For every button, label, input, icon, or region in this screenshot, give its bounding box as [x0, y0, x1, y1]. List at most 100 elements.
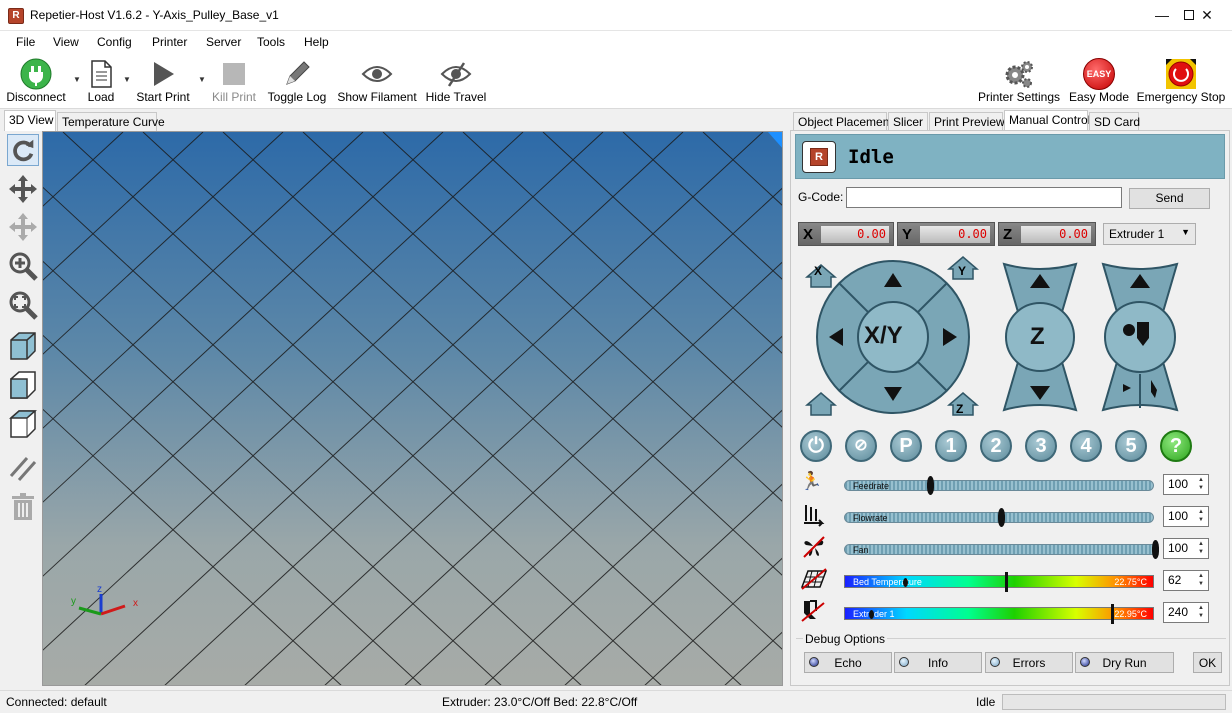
load-dropdown-icon[interactable]: ▼: [123, 75, 131, 84]
flowrate-value: 100: [1168, 509, 1189, 523]
load-button[interactable]: Load: [84, 57, 118, 109]
parallel-projection-icon[interactable]: [7, 452, 39, 484]
home-z-button[interactable]: Z: [956, 402, 963, 416]
preset-3-button[interactable]: 3: [1025, 430, 1057, 462]
tab-sd-card[interactable]: SD Card: [1089, 112, 1140, 132]
temperature-status: Extruder: 23.0°C/Off Bed: 22.8°C/Off: [442, 695, 638, 709]
menu-tools[interactable]: Tools: [257, 35, 285, 49]
extruder-target-spinner-icon[interactable]: ▲ ▼: [1195, 604, 1207, 621]
feedrate-spinner-icon[interactable]: ▲ ▼: [1195, 476, 1207, 493]
bed-target-spinner-icon[interactable]: ▲ ▼: [1195, 572, 1207, 589]
start-print-button[interactable]: Start Print: [134, 57, 192, 109]
feedrate-slider[interactable]: Feedrate: [844, 476, 1154, 495]
preset-2-button[interactable]: 2: [980, 430, 1012, 462]
emergency-stop-button[interactable]: Emergency Stop: [1136, 57, 1226, 109]
errors-toggle[interactable]: Errors: [985, 652, 1073, 673]
home-y-button[interactable]: Y: [958, 264, 966, 278]
close-button[interactable]: ✕: [1184, 0, 1230, 31]
tab-slicer[interactable]: Slicer: [888, 112, 928, 132]
feedrate-thumb[interactable]: [927, 476, 934, 495]
hotend-icon: [801, 600, 825, 622]
tab-temperature-curve[interactable]: Temperature Curve: [57, 112, 165, 132]
move-object-icon[interactable]: [7, 211, 39, 243]
extruder-jog-control[interactable]: [1101, 262, 1179, 412]
z-position-display: Z 0.00: [998, 222, 1096, 246]
tab-object-placement[interactable]: Object Placement: [793, 112, 893, 132]
info-label: Info: [927, 656, 948, 670]
rotate-icon[interactable]: [7, 134, 39, 166]
flowrate-spinner-icon[interactable]: ▲ ▼: [1195, 508, 1207, 525]
home-x-button[interactable]: X: [814, 264, 822, 278]
extruder-temperature-bar[interactable]: Extruder 1 22.95°C: [844, 604, 1154, 624]
menu-printer[interactable]: Printer: [152, 35, 187, 49]
printer-settings-button[interactable]: Printer Settings: [977, 57, 1061, 109]
extruder-select[interactable]: Extruder 1 ▼: [1103, 223, 1196, 245]
printer-status: Idle: [848, 146, 894, 168]
fan-value: 100: [1168, 541, 1189, 555]
fan-thumb[interactable]: [1152, 540, 1159, 559]
menu-config[interactable]: Config: [97, 35, 132, 49]
preset-5-button[interactable]: 5: [1115, 430, 1147, 462]
feedrate-input[interactable]: 100 ▲ ▼: [1163, 474, 1209, 495]
toggle-log-button[interactable]: Toggle Log: [265, 57, 329, 109]
emergency-stop-label: Emergency Stop: [1136, 90, 1226, 104]
trash-icon[interactable]: [7, 491, 39, 523]
disconnect-dropdown-icon[interactable]: ▼: [73, 75, 81, 84]
ok-button[interactable]: OK: [1193, 652, 1222, 673]
fan-slider[interactable]: Fan: [844, 540, 1159, 559]
extruder-target-input[interactable]: 240 ▲ ▼: [1163, 602, 1209, 623]
menu-help[interactable]: Help: [304, 35, 329, 49]
info-toggle[interactable]: Info: [894, 652, 982, 673]
help-button[interactable]: ?: [1160, 430, 1192, 462]
menu-bar: File View Config Printer Server Tools He…: [0, 31, 1232, 53]
hide-travel-button[interactable]: Hide Travel: [424, 57, 488, 109]
bed-target-input[interactable]: 62 ▲ ▼: [1163, 570, 1209, 591]
fan-label: Fan: [853, 545, 869, 555]
menu-server[interactable]: Server: [206, 35, 241, 49]
start-print-dropdown-icon[interactable]: ▼: [198, 75, 206, 84]
menu-view[interactable]: View: [53, 35, 79, 49]
print-bed-grid: [43, 132, 782, 685]
hide-travel-label: Hide Travel: [425, 90, 487, 104]
tab-manual-control[interactable]: Manual Control: [1004, 110, 1090, 132]
maximize-button[interactable]: [1138, 0, 1194, 31]
top-view-icon[interactable]: [7, 408, 39, 440]
gcode-input[interactable]: [846, 187, 1122, 208]
tab-3d-view[interactable]: 3D View: [4, 110, 56, 132]
kill-print-button[interactable]: Kill Print: [210, 57, 258, 109]
isometric-view-icon[interactable]: [7, 330, 39, 362]
flowrate-input[interactable]: 100 ▲ ▼: [1163, 506, 1209, 527]
fan-spinner-icon[interactable]: ▲ ▼: [1195, 540, 1207, 557]
x-axis-label: X: [803, 226, 814, 243]
motors-off-icon[interactable]: ⊘: [845, 430, 877, 462]
dry-run-toggle[interactable]: Dry Run: [1075, 652, 1174, 673]
3d-view-canvas[interactable]: y x z: [42, 131, 783, 686]
extruder-target-marker[interactable]: [1111, 604, 1114, 624]
show-filament-button[interactable]: Show Filament: [335, 57, 419, 109]
front-view-icon[interactable]: [7, 369, 39, 401]
move-icon[interactable]: [7, 173, 39, 205]
menu-file[interactable]: File: [16, 35, 35, 49]
disconnect-button[interactable]: Disconnect: [4, 57, 68, 109]
echo-toggle[interactable]: Echo: [804, 652, 892, 673]
preset-4-button[interactable]: 4: [1070, 430, 1102, 462]
zoom-in-icon[interactable]: [7, 250, 39, 282]
tab-print-preview[interactable]: Print Preview: [929, 112, 1005, 132]
flowrate-thumb[interactable]: [998, 508, 1005, 527]
park-button[interactable]: P: [890, 430, 922, 462]
running-man-icon: 🏃: [800, 471, 823, 491]
flowrate-slider[interactable]: Flowrate: [844, 508, 1154, 527]
send-button[interactable]: Send: [1129, 188, 1210, 209]
bed-temperature-bar[interactable]: Bed Temperature 22.75°C: [844, 572, 1154, 592]
z-axis-label: Z: [1003, 226, 1013, 243]
bed-target-marker[interactable]: [1005, 572, 1008, 592]
zoom-fit-icon[interactable]: [7, 289, 39, 321]
fan-input[interactable]: 100 ▲ ▼: [1163, 538, 1209, 559]
preset-1-button[interactable]: 1: [935, 430, 967, 462]
flowrate-icon: [804, 505, 825, 527]
easy-mode-label: Easy Mode: [1068, 90, 1130, 104]
easy-mode-button[interactable]: EASY Easy Mode: [1067, 57, 1131, 109]
power-button[interactable]: ⏻: [800, 430, 832, 462]
flowrate-row: Flowrate 100 ▲ ▼: [800, 503, 1210, 529]
home-all-button[interactable]: [813, 406, 827, 414]
